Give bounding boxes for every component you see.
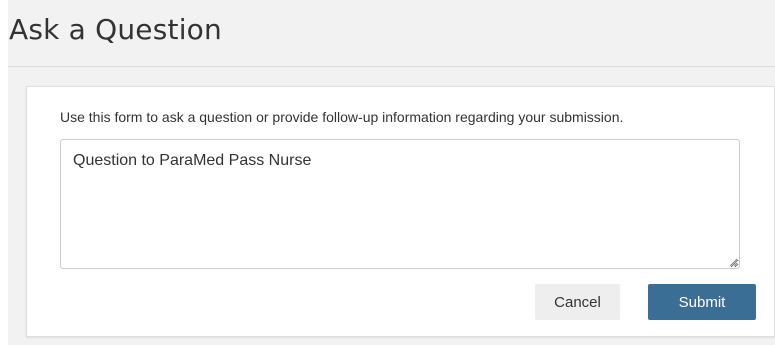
question-form-panel: Use this form to ask a question or provi… [26,86,775,337]
submit-button[interactable]: Submit [648,284,756,320]
left-margin [0,0,8,345]
cancel-button[interactable]: Cancel [535,284,620,320]
title-divider [8,66,775,67]
page-title: Ask a Question [9,13,222,46]
question-textarea[interactable]: Question to ParaMed Pass Nurse [60,139,740,269]
form-instructions: Use this form to ask a question or provi… [60,109,624,125]
